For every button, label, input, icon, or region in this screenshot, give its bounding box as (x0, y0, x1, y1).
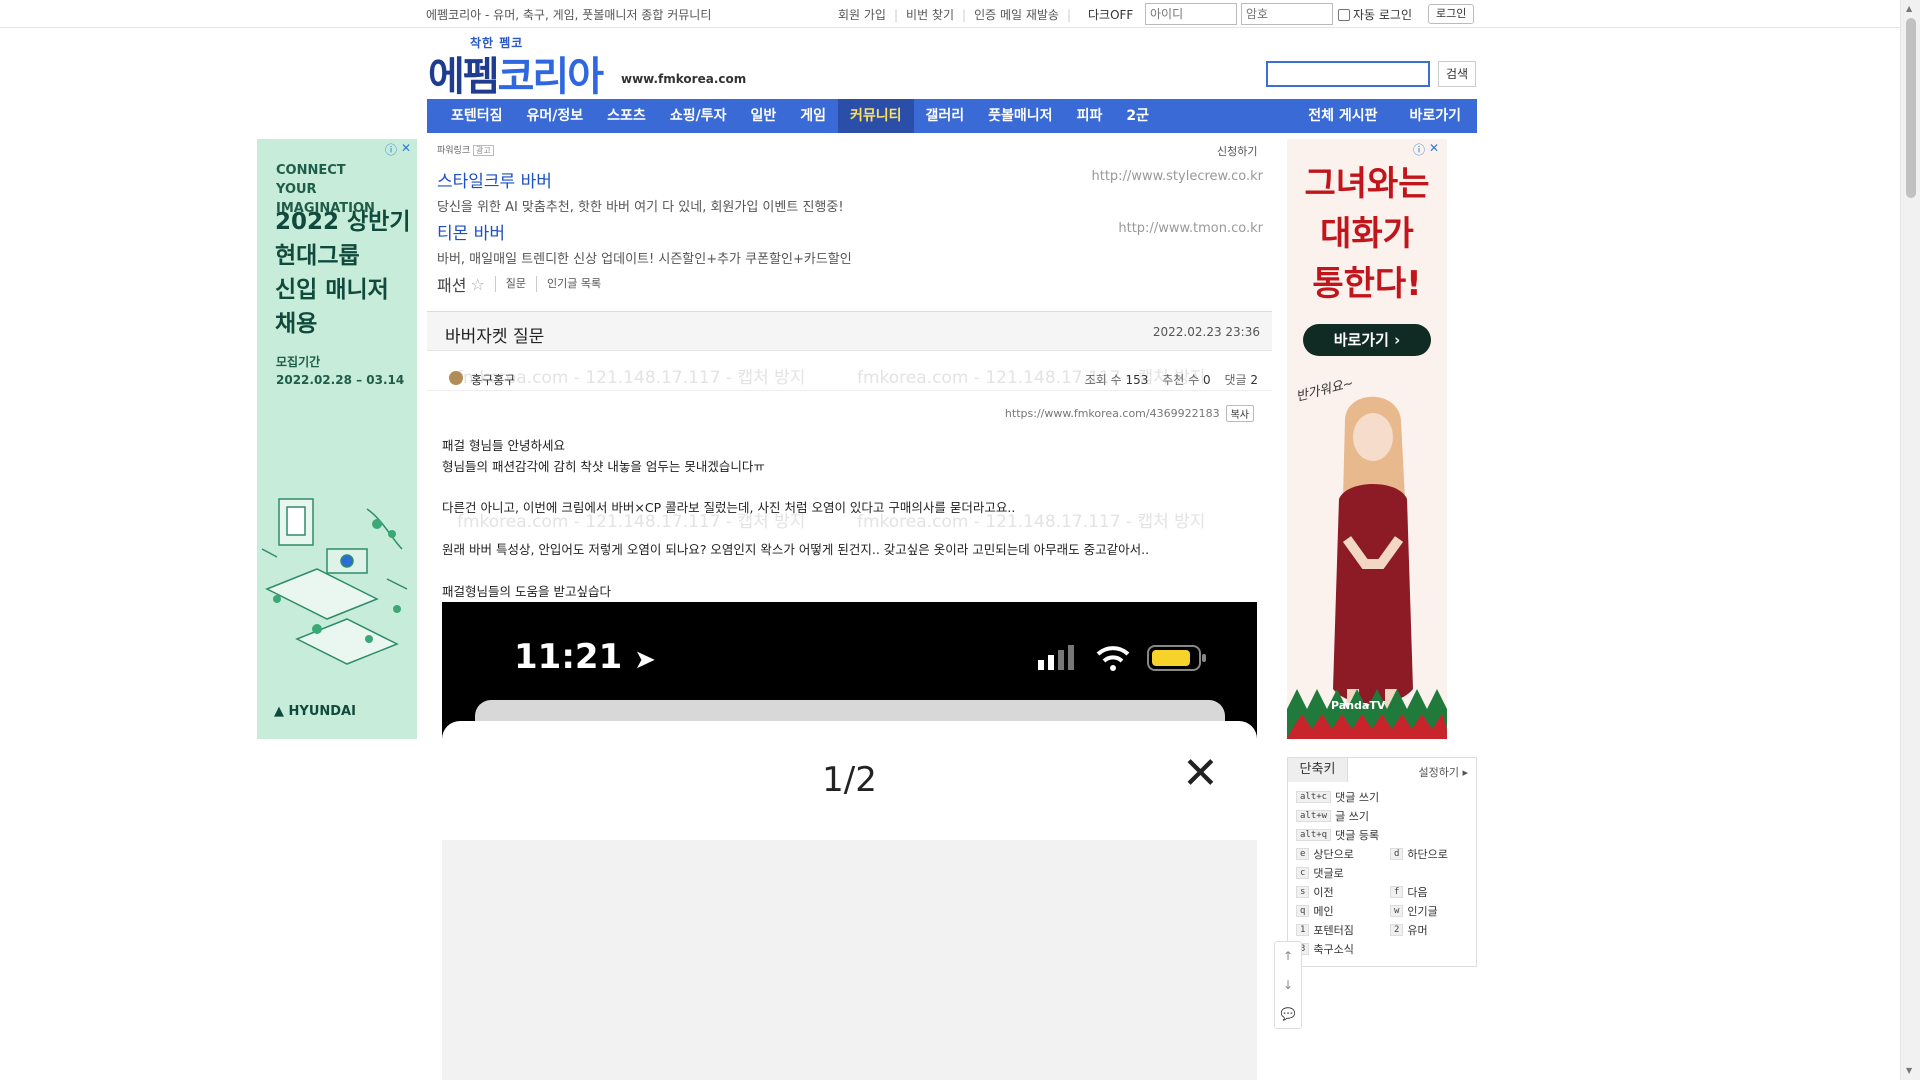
post-stats: 조회 수 153 추천 수 0 댓글 2 (1084, 373, 1258, 387)
auto-login-label: 자동 로그인 (1353, 8, 1413, 22)
ad-info-icon[interactable]: ⓘ (1413, 141, 1425, 158)
main-nav: 포텐터짐 유머/정보 스포츠 쇼핑/투자 일반 게임 커뮤니티 갤러리 풋볼매니… (427, 99, 1477, 133)
board-sub-question[interactable]: 질문 (494, 276, 536, 292)
author-nickname[interactable]: 홍구홍구 (471, 371, 515, 388)
copy-link-button[interactable]: 복사 (1225, 405, 1254, 422)
page-scrollbar[interactable]: ▲ ▼ (1900, 0, 1920, 1080)
powerlink-desc: 당신을 위한 AI 맞춤추천, 핫한 바버 여기 다 있네, 회원가입 이벤트 … (437, 200, 844, 215)
powerlink-ad-item[interactable]: 스타일크루 바버 당신을 위한 AI 맞춤추천, 핫한 바버 여기 다 있네, … (437, 167, 1263, 215)
post-attached-image[interactable]: 11:21 ➤ 1/2 ✕ (442, 602, 1257, 1080)
ad-left-headline: 2022 상반기 현대그룹 신입 매니저 채용 (275, 209, 411, 337)
account-links: 회원 가입 | 비번 찾기 | 인증 메일 재발송 | (838, 8, 1072, 22)
site-logo[interactable]: 착한 펨코 에펨코리아 (428, 32, 608, 100)
ad-model-image (1287, 396, 1447, 739)
resend-email-link[interactable]: 인증 메일 재발송 (974, 8, 1059, 22)
favorite-star-icon[interactable]: ☆ (470, 275, 484, 294)
nav-item-community[interactable]: 커뮤니티 (837, 99, 914, 133)
scrollbar-thumb[interactable] (1906, 18, 1916, 198)
phone-status-time: 11:21 ➤ (514, 637, 656, 677)
nav-shortcut[interactable]: 바로가기 (1393, 99, 1477, 133)
floating-nav-buttons: ↑ ↓ 💬 (1274, 941, 1302, 1029)
ad-illustration (261, 498, 408, 665)
auto-login-checkbox[interactable] (1338, 8, 1350, 21)
top-utility-bar: 에펨코리아 - 유머, 축구, 게임, 풋볼매니저 종합 커뮤니티 회원 가입 |… (0, 0, 1900, 28)
nav-item-general[interactable]: 일반 (738, 99, 788, 133)
shortcut-item: 2 유머 (1390, 922, 1428, 938)
nav-item-fifa[interactable]: 피파 (1065, 99, 1115, 133)
board-sub-popular[interactable]: 인기글 목록 (536, 276, 611, 292)
shortcut-item: q 메인 (1296, 903, 1334, 919)
ad-left-brand: ▲ HYUNDAI (274, 704, 356, 719)
ad-right-button[interactable]: 바로가기 › (1303, 324, 1431, 356)
close-icon: ✕ (1182, 748, 1219, 799)
powerlink-label: 파워링크 광고 (437, 143, 494, 156)
shortcut-item: f 다음 (1390, 884, 1428, 900)
powerlink-ad-item[interactable]: 티몬 바버 바버, 매일매일 트렌디한 신상 업데이트! 시즌할인+추가 쿠폰할… (437, 219, 1263, 267)
site-tagline: 에펨코리아 - 유머, 축구, 게임, 풋볼매니저 종합 커뮤니티 (426, 8, 712, 22)
ad-left-period: 모집기간 2022.02.28 – 03.14 (276, 355, 405, 387)
logo-text: 에펨코리아 (428, 54, 604, 100)
shortcut-tab[interactable]: 단축키 (1288, 758, 1348, 782)
right-banner-ad[interactable]: ⓘ ✕ 그녀와는 대화가 통한다! 바로가기 › 반가워요~ PandaTV (1287, 139, 1447, 739)
shortcut-item: c 댓글로 (1296, 865, 1344, 881)
scroll-up-icon[interactable]: ▲ (1906, 4, 1912, 13)
password-input[interactable] (1241, 3, 1333, 25)
ad-right-headline: 그녀와는 대화가 통한다! (1304, 164, 1430, 304)
shortcut-item: alt+q 댓글 등록 (1296, 827, 1379, 843)
powerlink-desc: 바버, 매일매일 트렌디한 신상 업데이트! 시즌할인+추가 쿠폰할인+카드할인 (437, 252, 852, 267)
shortcut-panel: 단축키 설정하기 ▸ alt+c 댓글 쓰기 alt+w 글 쓰기 alt+q 댓글 … (1287, 757, 1477, 967)
shortcut-item: s 이전 (1296, 884, 1334, 900)
post-title-bar: 바버자켓 질문 2022.02.23 23:36 (427, 311, 1272, 351)
login-button[interactable]: 로그인 (1428, 4, 1475, 24)
post-body: 패걸 형님들 안녕하세요 형님들의 패션감각에 감히 착샷 내놓을 엄두는 못내… (442, 438, 1150, 599)
scroll-down-icon[interactable]: ▼ (1906, 1066, 1912, 1075)
powerlink-apply-link[interactable]: 신청하기 (1217, 143, 1257, 159)
nav-item-fm[interactable]: 풋볼매니저 (976, 99, 1064, 133)
nav-item-humor[interactable]: 유머/정보 (515, 99, 596, 133)
search-input[interactable] (1266, 61, 1430, 87)
arrow-up-icon[interactable]: ↑ (1275, 942, 1301, 971)
search-button[interactable]: 검색 (1438, 61, 1476, 87)
nav-item-shopping[interactable]: 쇼핑/투자 (658, 99, 739, 133)
shortcut-item: alt+c 댓글 쓰기 (1296, 789, 1379, 805)
dark-mode-toggle[interactable]: 다크OFF (1088, 6, 1133, 23)
image-counter: 1/2 (822, 760, 877, 800)
arrow-down-icon[interactable]: ↓ (1275, 971, 1301, 1000)
nav-item-2gun[interactable]: 2군 (1114, 99, 1161, 133)
find-password-link[interactable]: 비번 찾기 (906, 8, 954, 22)
post-meta: fmkorea.com - 121.148.17.117 - 캡처 방지 fmk… (427, 353, 1272, 391)
ad-close-icon[interactable]: ✕ (401, 141, 411, 155)
shortcut-item: 3 축구소식 (1296, 941, 1354, 957)
powerlink-url[interactable]: http://www.stylecrew.co.kr (1092, 169, 1264, 184)
powerlink-url[interactable]: http://www.tmon.co.kr (1118, 221, 1263, 236)
post-datetime: 2022.02.23 23:36 (1152, 325, 1260, 339)
site-url: www.fmkorea.com (621, 72, 747, 86)
phone-status-icons (1038, 645, 1206, 671)
board-name[interactable]: 패션 (437, 272, 466, 296)
author-avatar (449, 371, 463, 385)
shortcut-item: alt+w 글 쓰기 (1296, 808, 1369, 824)
permalink-url[interactable]: https://www.fmkorea.com/4369922183 (1005, 407, 1220, 420)
signup-link[interactable]: 회원 가입 (838, 8, 886, 22)
shortcut-item: d 하단으로 (1390, 846, 1448, 862)
nav-item-sports[interactable]: 스포츠 (595, 99, 658, 133)
post-title: 바버자켓 질문 (445, 327, 545, 347)
username-input[interactable] (1145, 3, 1237, 25)
nav-item-poten[interactable]: 포텐터짐 (427, 99, 515, 133)
nav-item-gallery[interactable]: 갤러리 (914, 99, 977, 133)
shortcut-settings-link[interactable]: 설정하기 ▸ (1418, 764, 1468, 780)
ad-right-brand: PandaTV (1331, 699, 1386, 712)
left-banner-ad[interactable]: ⓘ ✕ CONNECT YOUR IMAGINATION 2022 상반기 현대그룹… (257, 139, 417, 739)
auto-login[interactable]: 자동 로그인 (1338, 6, 1412, 23)
shortcut-item: w 인기글 (1390, 903, 1438, 919)
ad-info-icon[interactable]: ⓘ (385, 141, 397, 158)
shortcut-item: 1 포텐터짐 (1296, 922, 1354, 938)
nav-all-boards[interactable]: 전체 게시판 (1292, 99, 1393, 133)
shortcut-item: e 상단으로 (1296, 846, 1354, 862)
comment-icon[interactable]: 💬 (1275, 1000, 1301, 1029)
nav-item-game[interactable]: 게임 (788, 99, 838, 133)
board-category-row: 패션 ☆ 질문 인기글 목록 (437, 272, 611, 296)
post-permalink: https://www.fmkorea.com/4369922183 복사 (1005, 405, 1254, 422)
ad-close-icon[interactable]: ✕ (1429, 141, 1439, 155)
